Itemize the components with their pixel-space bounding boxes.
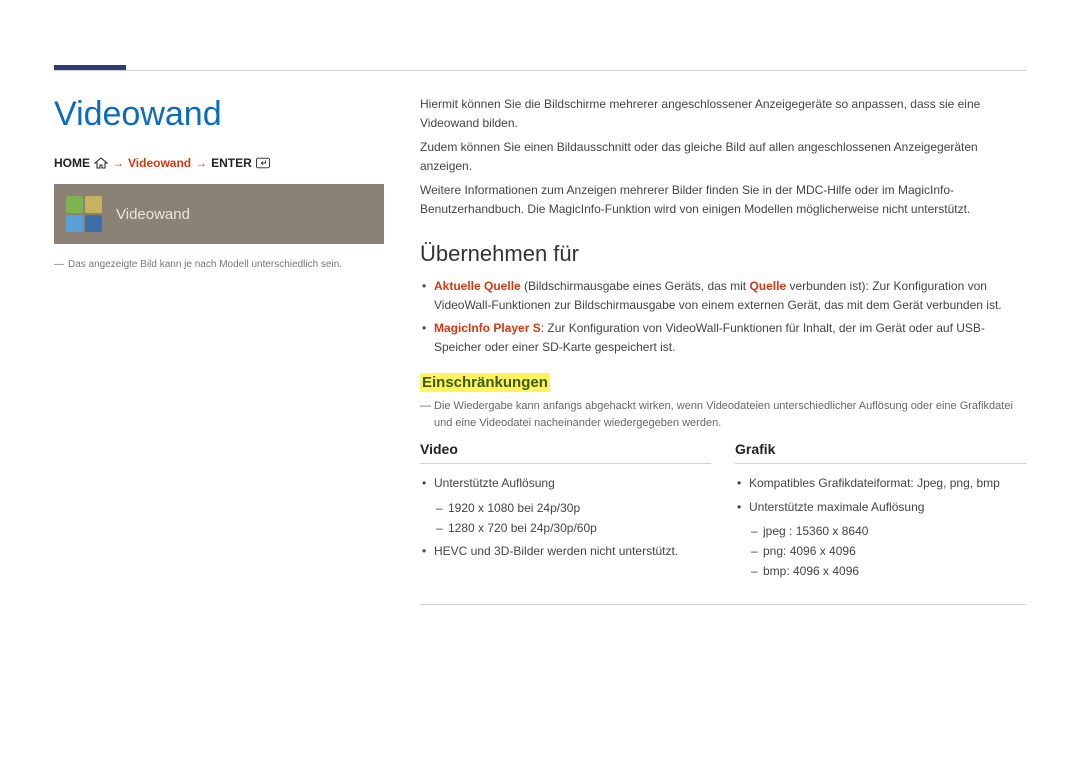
enter-icon: [256, 157, 270, 169]
nav-enter-label: ENTER: [211, 156, 252, 170]
video-heading: Video: [420, 441, 711, 464]
video-b1: Unterstützte Auflösung 1920 x 1080 bei 2…: [434, 474, 711, 538]
video-s2: 1280 x 720 bei 24p/30p/60p: [448, 518, 711, 538]
video-s1: 1920 x 1080 bei 24p/30p: [448, 498, 711, 518]
grafik-sub: jpeg : 15360 x 8640 png: 4096 x 4096 bmp…: [749, 521, 1026, 582]
specs-two-col: Video Unterstützte Auflösung 1920 x 1080…: [420, 441, 1026, 605]
video-b2: HEVC und 3D-Bilder werden nicht unterstü…: [434, 542, 711, 561]
apply-item-2: MagicInfo Player S: Zur Konfiguration vo…: [434, 319, 1026, 357]
nav-home-label: HOME: [54, 156, 90, 170]
page-content: Videowand HOME → Videowand → ENTER Video…: [54, 95, 1026, 605]
grafik-s2: png: 4096 x 4096: [763, 541, 1026, 561]
restrictions-note: Die Wiedergabe kann anfangs abgehackt wi…: [420, 398, 1026, 431]
page-top-rule: [54, 70, 1026, 71]
intro-p3: Weitere Informationen zum Anzeigen mehre…: [420, 181, 1026, 218]
intro-p1: Hiermit können Sie die Bildschirme mehre…: [420, 95, 1026, 132]
grafik-b2-text: Unterstützte maximale Auflösung: [749, 500, 924, 514]
intro-p2: Zudem können Sie einen Bildausschnitt od…: [420, 138, 1026, 175]
apply-item-1: Aktuelle Quelle (Bildschirmausgabe eines…: [434, 277, 1026, 315]
nav-arrow-2: →: [195, 156, 207, 170]
apply-item-1-mid-bold: Quelle: [749, 279, 786, 293]
grafik-b2: Unterstützte maximale Auflösung jpeg : 1…: [749, 498, 1026, 582]
breadcrumb: HOME → Videowand → ENTER: [54, 156, 384, 170]
left-column: Videowand HOME → Videowand → ENTER Video…: [54, 95, 384, 605]
grafik-s3: bmp: 4096 x 4096: [763, 561, 1026, 581]
videowall-grid-icon: [66, 196, 102, 232]
nav-feature: Videowand: [128, 156, 191, 170]
grafik-b1: Kompatibles Grafikdateiformat: Jpeg, png…: [749, 474, 1026, 493]
tile-label: Videowand: [116, 206, 190, 223]
restrictions-heading: Einschränkungen: [420, 373, 550, 392]
apply-heading: Übernehmen für: [420, 241, 1026, 267]
image-footnote: Das angezeigte Bild kann je nach Modell …: [54, 258, 384, 272]
video-sub: 1920 x 1080 bei 24p/30p 1280 x 720 bei 2…: [434, 498, 711, 539]
grafik-heading: Grafik: [735, 441, 1026, 464]
footnote-text: Das angezeigte Bild kann je nach Modell …: [68, 258, 342, 272]
grafik-s1: jpeg : 15360 x 8640: [763, 521, 1026, 541]
feature-title: Videowand: [54, 95, 384, 134]
grafik-col: Grafik Kompatibles Grafikdateiformat: Jp…: [735, 441, 1026, 586]
right-column: Hiermit können Sie die Bildschirme mehre…: [420, 95, 1026, 605]
apply-item-1-lead: Aktuelle Quelle: [434, 279, 521, 293]
nav-arrow-1: →: [112, 156, 124, 170]
apply-list: Aktuelle Quelle (Bildschirmausgabe eines…: [420, 277, 1026, 358]
apply-item-1-mid-a: (Bildschirmausgabe eines Geräts, das mit: [521, 279, 750, 293]
apply-item-2-lead: MagicInfo Player S: [434, 321, 541, 335]
grafik-list: Kompatibles Grafikdateiformat: Jpeg, png…: [735, 474, 1026, 582]
video-list: Unterstützte Auflösung 1920 x 1080 bei 2…: [420, 474, 711, 561]
video-col: Video Unterstützte Auflösung 1920 x 1080…: [420, 441, 711, 586]
video-b1-text: Unterstützte Auflösung: [434, 476, 555, 490]
restrictions-note-text: Die Wiedergabe kann anfangs abgehackt wi…: [434, 400, 1013, 429]
feature-preview-tile: Videowand: [54, 184, 384, 244]
home-icon: [94, 157, 108, 169]
